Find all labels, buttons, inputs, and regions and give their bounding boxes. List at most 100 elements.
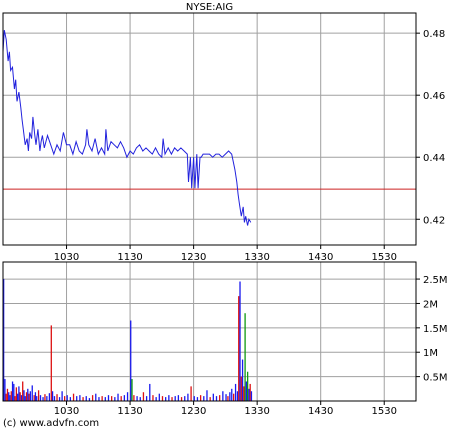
price-panel-frame [2,12,417,246]
volume-x-tick-label: 1530 [372,406,397,417]
volume-bar [95,393,97,401]
volume-bar [27,388,29,401]
volume-bar [196,397,199,401]
volume-bar [158,393,160,401]
volume-bar [233,393,235,401]
volume-bar [248,388,250,401]
volume-bar [19,392,21,401]
volume-bar [58,397,61,401]
volume-bar [238,296,240,401]
volume-bar [227,396,229,401]
volume-bar [171,397,173,401]
price-y-tick-label: 0.44 [423,153,445,164]
volume-bar [101,396,103,401]
volume-bar [180,397,183,401]
price-y-tick-label: 0.46 [423,91,445,102]
volume-y-tick-label: 2M [423,299,438,310]
volume-bar [155,397,157,401]
volume-bar [123,395,126,401]
volume-y-tick-label: 1.5M [423,324,448,335]
volume-bar [184,396,186,401]
volume-bar [107,395,110,401]
volume-bar [39,395,42,401]
volume-bar [165,397,167,401]
volume-bar [98,397,100,401]
volume-y-axis: 0.5M 1M 1.5M 2M 2.5M [416,275,448,384]
volume-bar [5,393,7,401]
volume-bar [177,395,180,401]
price-panel: NYSE:AIG 0.42 0.44 0.46 0.48 1030 1130 1230 13… [2,2,445,263]
volume-bar [120,396,122,401]
volume-bar [199,395,202,401]
volume-y-tick-label: 2.5M [423,275,448,286]
volume-bar [44,394,46,401]
volume-bar [209,397,211,401]
volume-bar [126,392,129,401]
price-x-tick-label: 1430 [308,252,333,263]
volume-bar [243,386,245,401]
price-x-tick-label: 1330 [244,252,269,263]
volume-bar [16,393,19,401]
volume-bar [33,395,35,401]
volume-bar [133,395,135,401]
volume-grid [3,262,416,401]
price-series-line [2,29,252,226]
volume-x-tick-label: 1030 [54,406,79,417]
price-y-tick-label: 0.48 [423,29,445,40]
volume-bar [23,390,25,401]
volume-bar [28,393,30,401]
volume-bar [13,383,15,401]
volume-bar [236,391,239,401]
volume-x-tick-label: 1130 [117,406,142,417]
volume-bar [48,393,51,401]
volume-bar [14,396,16,401]
volume-y-tick-label: 0.5M [423,373,448,384]
volume-bar [168,395,170,401]
volume-bar [56,394,58,401]
volume-y-tick-label: 1M [423,348,438,359]
volume-bar [149,383,151,401]
volume-bar [31,385,33,401]
volume-bar [240,376,242,401]
volume-bar [24,396,26,401]
price-x-tick-label: 1530 [372,252,397,263]
volume-bar [193,396,195,401]
price-x-tick-label: 1230 [181,252,206,263]
volume-bar [104,397,106,401]
chart-title: NYSE:AIG [186,2,233,13]
price-y-tick-label: 0.42 [423,215,445,226]
volume-panel: 0.5M 1M 1.5M 2M 2.5M 1030 1130 1230 1330 1430 153… [2,261,448,417]
volume-bar [8,392,10,401]
price-x-axis: 1030 1130 1230 1330 1430 1530 [54,245,397,263]
volume-bar [42,397,44,401]
volume-bar [22,381,24,401]
volume-bar [130,320,132,401]
volume-bar [190,386,192,401]
volume-x-tick-label: 1230 [181,406,206,417]
volume-bar [231,388,233,401]
volume-bar [79,395,81,401]
volume-bar [245,381,248,401]
volume-bar [219,395,221,401]
volume-bar [203,396,205,401]
source-credit: (c) www.advfn.com [3,418,99,429]
volume-bar [11,381,14,401]
volume-bar [131,379,133,401]
volume-bar [69,397,72,401]
volume-bar [239,281,241,401]
volume-bar [225,394,227,401]
volume-bar [145,396,148,401]
stock-chart: NYSE:AIG 0.42 0.44 0.46 0.48 1030 1130 1230 13… [2,2,448,429]
volume-x-tick-label: 1330 [244,406,269,417]
volume-bar [244,313,246,401]
volume-bar [241,359,244,401]
volume-bar [250,391,253,401]
volume-bar [20,395,23,401]
volume-bar [36,396,38,401]
volume-x-tick-label: 1430 [308,406,333,417]
volume-bar [9,395,11,401]
price-y-axis: 0.42 0.44 0.46 0.48 [416,29,445,226]
volume-bar [174,396,176,401]
volume-bar [212,393,214,401]
volume-bar [51,391,54,401]
